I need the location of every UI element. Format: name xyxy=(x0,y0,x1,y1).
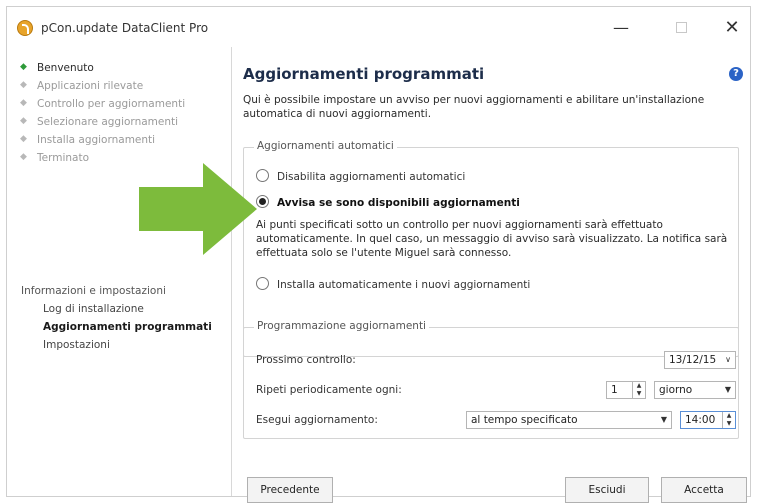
next-check-date-picker[interactable]: 13/12/15 ∨ xyxy=(664,351,736,369)
close-button[interactable]: ✕ xyxy=(713,15,751,41)
step-applicazioni-rilevate[interactable]: Applicazioni rilevate xyxy=(20,76,144,95)
group-label: Programmazione aggiornamenti xyxy=(254,320,429,332)
step-bullet-icon xyxy=(20,76,29,94)
previous-button[interactable]: Precedente xyxy=(247,477,333,503)
app-logo-icon xyxy=(17,20,33,36)
step-benvenuto[interactable]: Benvenuto xyxy=(20,58,94,77)
step-label: Applicazioni rilevate xyxy=(37,80,144,92)
exit-button[interactable]: Esciudi xyxy=(565,477,649,503)
spinner-arrows-icon[interactable]: ▲ ▼ xyxy=(722,412,735,428)
sidebar-divider xyxy=(231,47,232,496)
accept-button[interactable]: Accetta xyxy=(661,477,747,503)
page-title: Aggiornamenti programmati xyxy=(243,65,485,83)
select-value: giorno xyxy=(659,384,693,396)
radio-label: Installa automaticamente i nuovi aggiorn… xyxy=(277,279,531,291)
execute-mode-select[interactable]: al tempo specificato ▼ xyxy=(466,411,672,429)
step-bullet-icon xyxy=(20,112,29,130)
link-log-installazione[interactable]: Log di installazione xyxy=(43,303,144,315)
spinner-value: 1 xyxy=(611,384,618,396)
radio-auto-install[interactable]: Installa automaticamente i nuovi aggiorn… xyxy=(256,276,530,294)
minimize-button[interactable]: — xyxy=(602,15,640,41)
step-label: Controllo per aggiornamenti xyxy=(37,98,186,110)
step-installa-aggiornamenti[interactable]: Installa aggiornamenti xyxy=(20,130,156,149)
help-icon[interactable]: ? xyxy=(729,67,743,81)
execute-time-spinner[interactable]: 14:00 ▲ ▼ xyxy=(680,411,736,429)
notify-description: Ai punti specificati sotto un controllo … xyxy=(256,219,728,259)
step-label: Selezionare aggiornamenti xyxy=(37,116,179,128)
title-bar: pCon.update DataClient Pro — ✕ xyxy=(7,7,750,47)
sidebar: Benvenuto Applicazioni rilevate Controll… xyxy=(7,47,231,496)
step-label: Benvenuto xyxy=(37,62,94,74)
radio-notify-updates[interactable]: Avvisa se sono disponibili aggiornamenti xyxy=(256,194,520,212)
chevron-down-icon: ∨ xyxy=(725,355,731,364)
radio-icon xyxy=(256,277,269,290)
radio-disable-auto-updates[interactable]: Disabilita aggiornamenti automatici xyxy=(256,168,465,186)
intro-text: Qui è possibile impostare un avviso per … xyxy=(243,94,705,120)
repeat-unit-select[interactable]: giorno ▼ xyxy=(654,381,736,399)
step-bullet-icon xyxy=(20,148,29,166)
step-controllo-aggiornamenti[interactable]: Controllo per aggiornamenti xyxy=(20,94,186,113)
maximize-icon xyxy=(675,22,687,33)
maximize-button[interactable] xyxy=(662,15,700,41)
select-value: al tempo specificato xyxy=(471,414,578,426)
dropdown-arrow-icon: ▼ xyxy=(724,385,731,394)
repeat-label: Ripeti periodicamente ogni: xyxy=(256,384,402,396)
arrow-pointer-icon xyxy=(139,163,257,255)
radio-label: Disabilita aggiornamenti automatici xyxy=(277,171,466,183)
step-terminato[interactable]: Terminato xyxy=(20,148,89,167)
step-label: Terminato xyxy=(37,152,89,164)
link-impostazioni[interactable]: Impostazioni xyxy=(43,339,110,351)
time-value: 14:00 xyxy=(685,414,716,426)
dropdown-arrow-icon: ▼ xyxy=(660,415,667,424)
step-bullet-icon xyxy=(20,130,29,148)
execute-label: Esegui aggiornamento: xyxy=(256,414,378,426)
info-section-title: Informazioni e impostazioni xyxy=(21,285,166,297)
link-aggiornamenti-programmati[interactable]: Aggiornamenti programmati xyxy=(43,321,212,333)
window-title: pCon.update DataClient Pro xyxy=(41,21,209,35)
step-label: Installa aggiornamenti xyxy=(37,134,156,146)
spinner-arrows-icon[interactable]: ▲ ▼ xyxy=(632,382,645,398)
next-check-label: Prossimo controllo: xyxy=(256,354,356,366)
app-window: pCon.update DataClient Pro — ✕ Benvenuto… xyxy=(6,6,751,503)
schedule-group: Programmazione aggiornamenti Prossimo co… xyxy=(243,320,739,439)
repeat-interval-spinner[interactable]: 1 ▲ ▼ xyxy=(606,381,646,399)
step-selezionare-aggiornamenti[interactable]: Selezionare aggiornamenti xyxy=(20,112,179,131)
group-label: Aggiornamenti automatici xyxy=(254,140,397,152)
date-value: 13/12/15 xyxy=(669,354,717,366)
step-bullet-icon xyxy=(20,58,29,76)
radio-label: Avvisa se sono disponibili aggiornamenti xyxy=(277,197,520,209)
step-bullet-icon xyxy=(20,94,29,112)
